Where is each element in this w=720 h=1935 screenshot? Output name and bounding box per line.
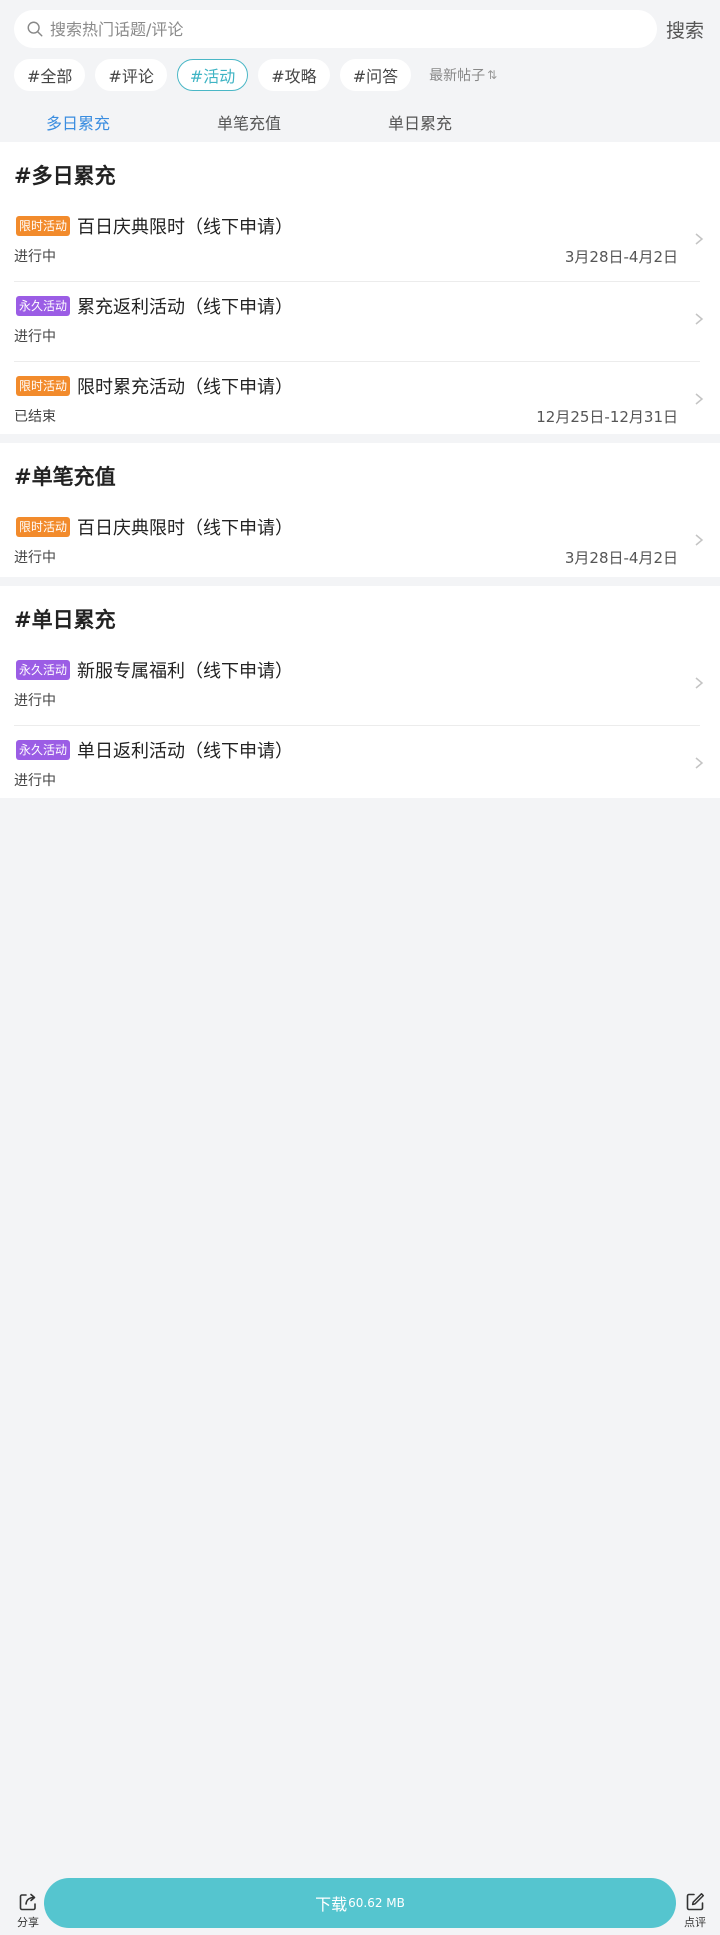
sort-label: 最新帖子 bbox=[429, 68, 486, 84]
share-button[interactable]: 分享 bbox=[8, 1891, 48, 1930]
download-size: 60.62 MB bbox=[348, 1896, 405, 1910]
item-date: 3月28日-4月2日 bbox=[564, 549, 678, 567]
tag-events[interactable]: #活动 bbox=[176, 59, 249, 91]
tag-filter-bar: #全部 #评论 #活动 #攻略 #问答 最新帖子 ⇅ bbox=[14, 58, 497, 92]
list-item[interactable]: 限时活动 百日庆典限时（线下申请） 进行中 3月28日-4月2日 bbox=[14, 202, 706, 282]
tag-guides[interactable]: #攻略 bbox=[258, 59, 330, 91]
item-status: 已结束 bbox=[14, 409, 56, 425]
search-box[interactable] bbox=[14, 10, 657, 48]
download-button[interactable]: 下载 60.62 MB bbox=[44, 1878, 676, 1928]
item-status: 进行中 bbox=[14, 329, 56, 345]
item-date: 3月28日-4月2日 bbox=[564, 248, 678, 266]
list-item[interactable]: 永久活动 单日返利活动（线下申请） 进行中 bbox=[14, 726, 706, 806]
item-status: 进行中 bbox=[14, 773, 56, 789]
tag-qa[interactable]: #问答 bbox=[339, 59, 412, 91]
permanent-event-badge: 永久活动 bbox=[16, 740, 71, 760]
limited-event-badge: 限时活动 bbox=[16, 216, 71, 236]
chevron-right-icon bbox=[695, 757, 704, 769]
item-title: 限时累充活动（线下申请） bbox=[77, 377, 293, 398]
item-title: 百日庆典限时（线下申请） bbox=[77, 217, 293, 238]
section-multi-day: #多日累充 限时活动 百日庆典限时（线下申请） 进行中 3月28日-4月2日 永… bbox=[0, 142, 720, 434]
section-title: #单日累充 bbox=[14, 608, 116, 632]
item-date: 12月25日-12月31日 bbox=[536, 408, 678, 426]
limited-event-badge: 限时活动 bbox=[16, 376, 71, 396]
section-title: #单笔充值 bbox=[14, 465, 116, 489]
review-label: 点评 bbox=[684, 1916, 706, 1929]
item-status: 进行中 bbox=[14, 693, 56, 709]
subtab-single-payment[interactable]: 单笔充值 bbox=[217, 110, 281, 134]
subtab-bar: 多日累充 单笔充值 单日累充 bbox=[0, 104, 720, 140]
share-icon bbox=[19, 1893, 36, 1911]
item-title: 单日返利活动（线下申请） bbox=[77, 741, 293, 762]
item-title: 新服专属福利（线下申请） bbox=[77, 661, 293, 682]
item-title: 累充返利活动（线下申请） bbox=[77, 297, 293, 318]
permanent-event-badge: 永久活动 bbox=[16, 296, 71, 316]
item-title: 百日庆典限时（线下申请） bbox=[77, 518, 293, 539]
section-title: #多日累充 bbox=[14, 164, 116, 188]
chevron-right-icon bbox=[695, 534, 704, 546]
review-button[interactable]: 点评 bbox=[675, 1891, 715, 1930]
search-bar: 搜索 bbox=[0, 0, 720, 58]
list-item[interactable]: 限时活动 百日庆典限时（线下申请） 进行中 3月28日-4月2日 bbox=[14, 503, 706, 583]
permanent-event-badge: 永久活动 bbox=[16, 660, 71, 680]
list-item[interactable]: 限时活动 限时累充活动（线下申请） 已结束 12月25日-12月31日 bbox=[14, 362, 706, 442]
search-icon bbox=[27, 21, 43, 37]
item-status: 进行中 bbox=[14, 249, 56, 265]
tag-comments[interactable]: #评论 bbox=[95, 59, 167, 91]
sort-dropdown[interactable]: 最新帖子 ⇅ bbox=[429, 65, 497, 85]
chevron-right-icon bbox=[695, 233, 704, 245]
edit-icon bbox=[686, 1893, 705, 1911]
download-label: 下载 bbox=[315, 1895, 348, 1914]
search-input[interactable] bbox=[50, 14, 630, 44]
list-item[interactable]: 永久活动 累充返利活动（线下申请） 进行中 bbox=[14, 282, 706, 362]
chevron-right-icon bbox=[695, 677, 704, 689]
sort-arrows-icon: ⇅ bbox=[487, 68, 498, 82]
share-label: 分享 bbox=[17, 1916, 39, 1929]
subtab-multi-day[interactable]: 多日累充 bbox=[46, 110, 110, 134]
section-single-day: #单日累充 永久活动 新服专属福利（线下申请） 进行中 永久活动 单日返利活动（… bbox=[0, 586, 720, 798]
chevron-right-icon bbox=[695, 393, 704, 405]
list-item[interactable]: 永久活动 新服专属福利（线下申请） 进行中 bbox=[14, 646, 706, 726]
search-button[interactable]: 搜索 bbox=[666, 16, 704, 43]
subtab-single-day[interactable]: 单日累充 bbox=[388, 110, 452, 134]
chevron-right-icon bbox=[695, 313, 704, 325]
section-single-payment: #单笔充值 限时活动 百日庆典限时（线下申请） 进行中 3月28日-4月2日 bbox=[0, 443, 720, 577]
item-status: 进行中 bbox=[14, 550, 56, 566]
tag-all[interactable]: #全部 bbox=[14, 59, 86, 91]
limited-event-badge: 限时活动 bbox=[16, 517, 71, 537]
